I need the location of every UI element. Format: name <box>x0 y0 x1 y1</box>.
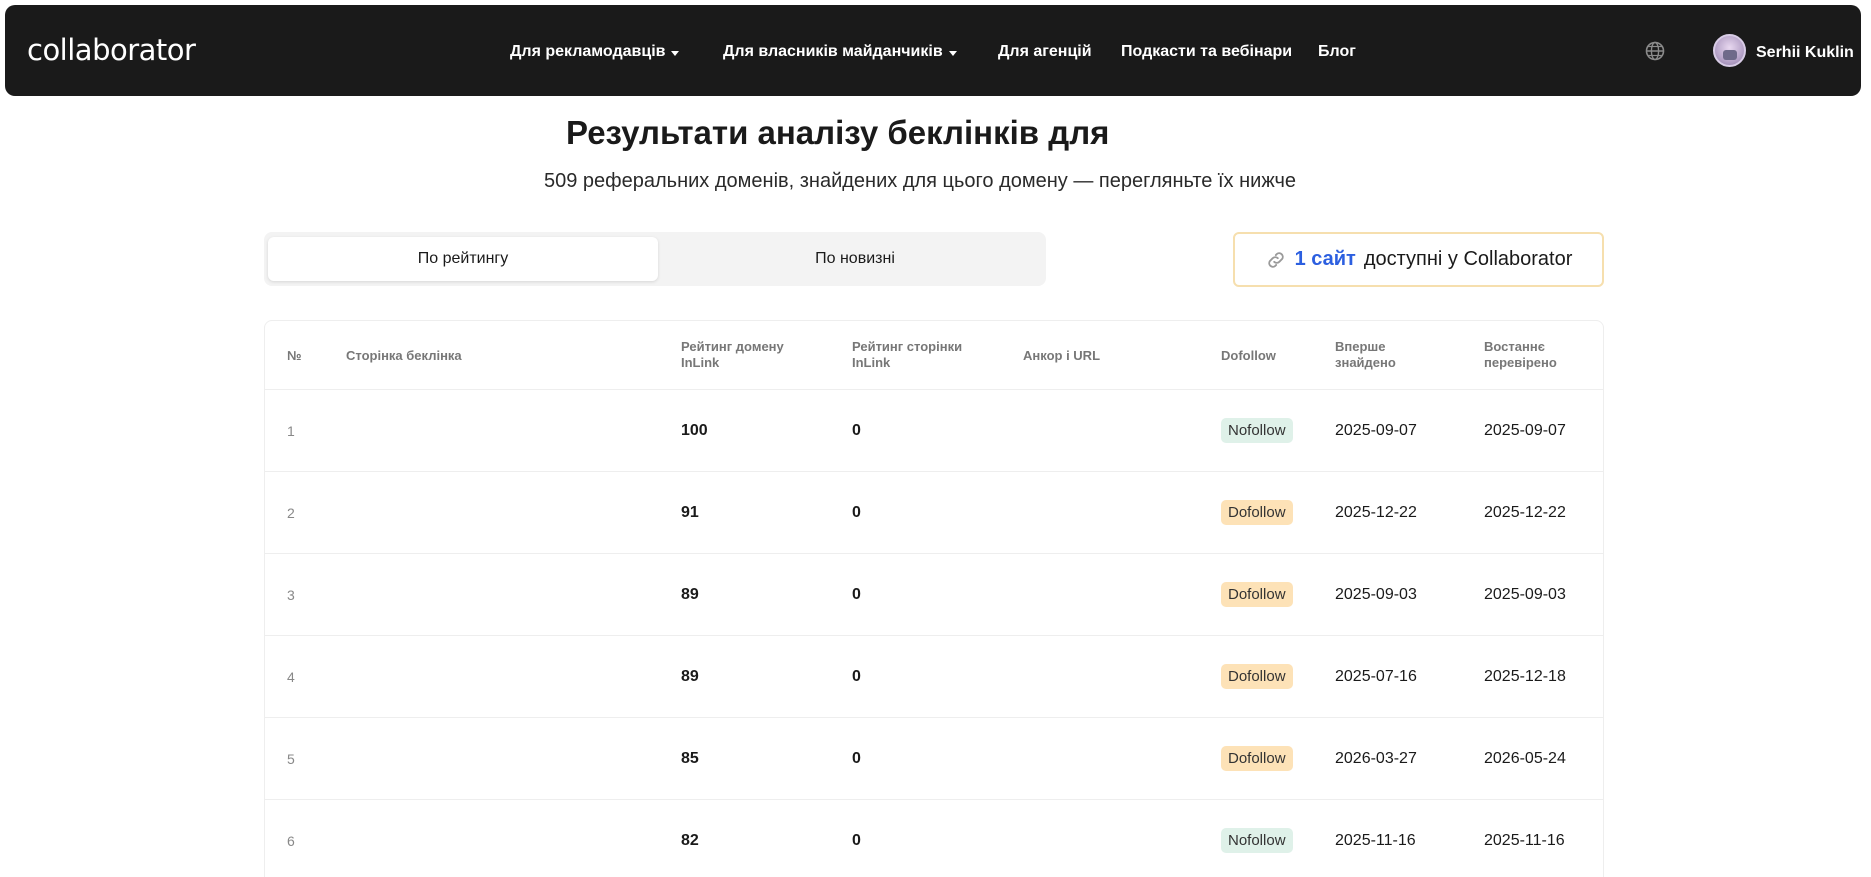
first-found-date: 2025-07-16 <box>1335 667 1417 685</box>
row-number: 3 <box>287 586 295 603</box>
column-header-line: Вперше <box>1335 339 1386 354</box>
user-name[interactable]: Serhii Kuklin <box>1756 44 1854 62</box>
link-icon <box>1267 251 1284 268</box>
last-checked-date: 2025-09-03 <box>1484 585 1566 603</box>
last-checked-date: 2025-11-16 <box>1484 831 1565 849</box>
column-header-anchor: Анкор і URL <box>1023 348 1101 363</box>
nav-item-blog[interactable]: Блог <box>1318 43 1356 61</box>
globe-icon[interactable] <box>1645 41 1665 61</box>
column-header-line: Рейтинг домену <box>681 339 784 354</box>
nav-item-advertisers[interactable]: Для рекламодавців <box>510 43 680 61</box>
column-header-number: № <box>287 348 302 363</box>
available-sites-banner[interactable]: 1 сайт доступні у Collaborator <box>1233 232 1604 287</box>
column-header-line: InLink <box>852 355 891 370</box>
first-found-date: 2026-03-27 <box>1335 749 1417 767</box>
column-header-line: Рейтинг сторінки <box>852 339 963 354</box>
domain-rating: 85 <box>681 749 699 767</box>
row-number: 4 <box>287 668 295 685</box>
follow-badge: Dofollow <box>1221 581 1293 607</box>
column-header-domain-rating: Рейтинг домену InLink <box>681 339 784 371</box>
nav-item-label: Для рекламодавців <box>510 43 666 60</box>
sort-switch: По рейтингу По новизні <box>264 232 1046 286</box>
page-rating: 0 <box>852 667 861 685</box>
available-count[interactable]: 1 сайт <box>1295 248 1356 271</box>
column-header-line: Востаннє <box>1484 339 1545 354</box>
table-row[interactable]: 6 82 0 Nofollow 2025-11-16 2025-11-16 <box>265 799 1603 877</box>
first-found-date: 2025-11-16 <box>1335 831 1416 849</box>
chevron-down-icon <box>671 50 680 56</box>
first-found-date: 2025-09-07 <box>1335 421 1417 439</box>
table-row[interactable]: 1 100 0 Nofollow 2025-09-07 2025-09-07 <box>265 389 1603 471</box>
page-rating: 0 <box>852 585 861 603</box>
nav-item-label: Подкасти та вебінари <box>1121 43 1293 60</box>
backlinks-table: № Сторінка беклінка Рейтинг домену InLin… <box>264 320 1604 877</box>
follow-badge: Dofollow <box>1221 663 1293 689</box>
table-row[interactable]: 3 89 0 Dofollow 2025-09-03 2025-09-03 <box>265 553 1603 635</box>
first-found-date: 2025-09-03 <box>1335 585 1417 603</box>
follow-badge: Dofollow <box>1221 745 1293 771</box>
domain-rating: 82 <box>681 831 699 849</box>
column-header-first-found: Вперше знайдено <box>1335 339 1396 371</box>
last-checked-date: 2025-12-18 <box>1484 667 1566 685</box>
first-found-date: 2025-12-22 <box>1335 503 1417 521</box>
page-rating: 0 <box>852 503 861 521</box>
column-header-last-checked: Востаннє перевірено <box>1484 339 1557 371</box>
follow-badge: Nofollow <box>1221 417 1293 443</box>
domain-rating: 89 <box>681 585 699 603</box>
collaborator-logo[interactable]: collaborator <box>27 33 196 67</box>
nav-item-label: Для власників майданчиків <box>723 43 943 60</box>
page-subtitle: 509 реферальних доменів, знайдених для ц… <box>544 170 1297 192</box>
avatar[interactable] <box>1713 34 1746 67</box>
table-row[interactable]: 5 85 0 Dofollow 2026-03-27 2026-05-24 <box>265 717 1603 799</box>
chevron-down-icon <box>948 50 957 56</box>
last-checked-date: 2025-12-22 <box>1484 503 1566 521</box>
top-navbar: collaborator Для рекламодавців Для власн… <box>5 5 1861 96</box>
row-number: 1 <box>287 422 295 439</box>
row-number: 5 <box>287 750 295 767</box>
page-rating: 0 <box>852 749 861 767</box>
nav-item-podcasts[interactable]: Подкасти та вебінари <box>1121 43 1292 61</box>
sort-by-rating-button[interactable]: По рейтингу <box>268 237 658 281</box>
nav-item-agencies[interactable]: Для агенцій <box>998 43 1092 61</box>
column-header-line: перевірено <box>1484 355 1557 370</box>
column-header-line: знайдено <box>1335 355 1396 370</box>
table-row[interactable]: 4 89 0 Dofollow 2025-07-16 2025-12-18 <box>265 635 1603 717</box>
nav-item-label: Для агенцій <box>998 43 1092 60</box>
table-row[interactable]: 2 91 0 Dofollow 2025-12-22 2025-12-22 <box>265 471 1603 553</box>
domain-rating: 100 <box>681 421 708 439</box>
column-header-backlink-page: Сторінка беклінка <box>346 348 462 363</box>
sort-by-newest-button[interactable]: По новизні <box>660 237 1050 281</box>
row-number: 6 <box>287 832 295 849</box>
row-number: 2 <box>287 504 295 521</box>
available-text: доступні у Collaborator <box>1363 248 1573 270</box>
last-checked-date: 2026-05-24 <box>1484 749 1566 767</box>
column-header-page-rating: Рейтинг сторінки InLink <box>852 339 962 371</box>
column-header-line: InLink <box>681 355 720 370</box>
domain-rating: 89 <box>681 667 699 685</box>
follow-badge: Nofollow <box>1221 827 1293 853</box>
column-header-dofollow: Dofollow <box>1221 348 1276 363</box>
domain-rating: 91 <box>681 503 699 521</box>
nav-item-label: Блог <box>1318 43 1356 60</box>
page-rating: 0 <box>852 831 861 849</box>
nav-item-publishers[interactable]: Для власників майданчиків <box>723 43 957 61</box>
follow-badge: Dofollow <box>1221 499 1293 525</box>
page-title: Результати аналізу беклінків для <box>566 114 1110 151</box>
page-rating: 0 <box>852 421 861 439</box>
last-checked-date: 2025-09-07 <box>1484 421 1566 439</box>
